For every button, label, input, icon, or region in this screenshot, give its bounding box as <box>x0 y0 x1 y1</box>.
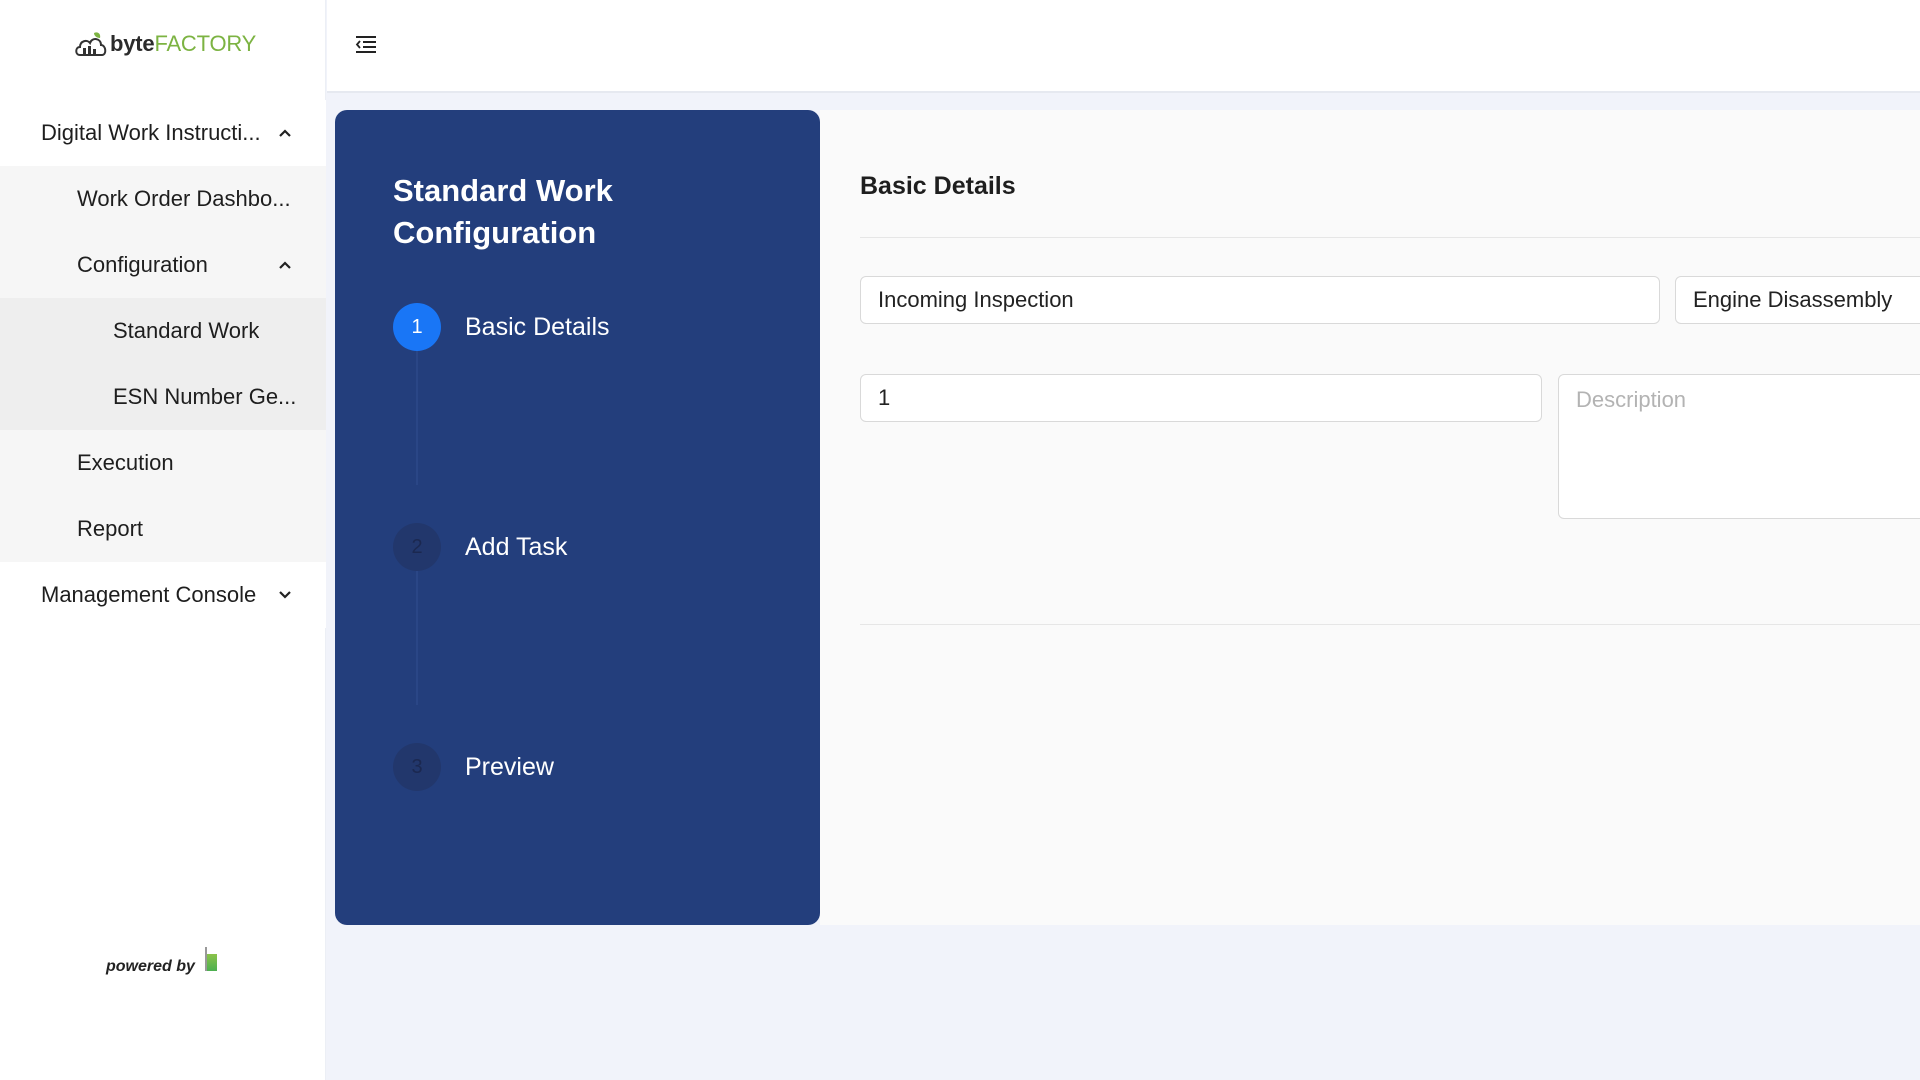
powered-by-text: powered by <box>106 958 195 975</box>
step-number: 3 <box>393 743 441 791</box>
chevron-up-icon <box>274 122 296 144</box>
sidebar-nav: Digital Work Instructi... Work Order Das… <box>0 100 326 628</box>
sidebar-item-report[interactable]: Report <box>0 496 326 562</box>
step-label: Basic Details <box>465 312 610 341</box>
powered-by: powered by <box>106 947 217 979</box>
sidebar-item-label: Report <box>77 516 144 541</box>
step-connector <box>416 345 418 485</box>
menu-collapse-icon[interactable] <box>353 32 379 58</box>
sequence-field[interactable]: 1 <box>860 374 1542 422</box>
brand-name-bold: byte <box>110 31 155 56</box>
sidebar-item-management-console[interactable]: Management Console <box>0 562 326 628</box>
step-number: 2 <box>393 523 441 571</box>
chevron-down-icon <box>274 584 296 606</box>
sidebar: byteFACTORY Digital Work Instructi... Wo… <box>0 0 326 1080</box>
sidebar-item-label: Work Order Dashbo... <box>77 186 291 211</box>
step-preview[interactable]: 3 Preview <box>393 743 554 791</box>
sidebar-item-label: Digital Work Instructi... <box>41 120 261 145</box>
stepper-title: Standard Work Configuration <box>393 173 613 250</box>
step-label: Add Task <box>465 532 568 561</box>
brand-name: byteFACTORY <box>110 31 256 57</box>
top-bar <box>327 0 1920 93</box>
standard-work-name-field[interactable]: Incoming Inspection <box>860 276 1660 324</box>
partner-logo-image <box>204 947 217 971</box>
sidebar-item-label: Configuration <box>77 252 208 277</box>
sidebar-item-label: Execution <box>77 450 174 475</box>
sidebar-item-standard-work[interactable]: Standard Work <box>0 298 326 364</box>
sidebar-item-digital-work-instructions[interactable]: Digital Work Instructi... <box>0 100 326 166</box>
stepper-panel: Standard Work Configuration 1 Basic Deta… <box>335 110 820 925</box>
divider <box>860 237 1920 238</box>
sidebar-item-label: Management Console <box>41 582 257 607</box>
sidebar-item-label: ESN Number Ge... <box>113 384 297 409</box>
chevron-up-icon <box>274 254 296 276</box>
step-connector <box>416 565 418 705</box>
sidebar-item-configuration[interactable]: Configuration <box>0 232 326 298</box>
step-basic-details[interactable]: 1 Basic Details <box>393 303 610 351</box>
cloud-factory-icon <box>74 29 108 59</box>
basic-details-form: Basic Details Incoming Inspection Engine… <box>820 110 1920 925</box>
divider <box>860 624 1920 625</box>
section-title: Basic Details <box>860 172 1016 200</box>
description-field[interactable]: Description <box>1558 374 1920 519</box>
sidebar-item-work-order-dashboard[interactable]: Work Order Dashbo... <box>0 166 326 232</box>
step-label: Preview <box>465 752 554 781</box>
step-number: 1 <box>393 303 441 351</box>
sidebar-item-label: Standard Work <box>113 318 260 343</box>
brand-logo[interactable]: byteFACTORY <box>74 24 256 64</box>
sidebar-item-esn-number-generator[interactable]: ESN Number Ge... <box>0 364 326 430</box>
category-select[interactable]: Engine Disassembly <box>1675 276 1920 324</box>
step-add-task[interactable]: 2 Add Task <box>393 523 567 571</box>
brand-name-light: FACTORY <box>154 31 257 56</box>
sidebar-item-execution[interactable]: Execution <box>0 430 326 496</box>
